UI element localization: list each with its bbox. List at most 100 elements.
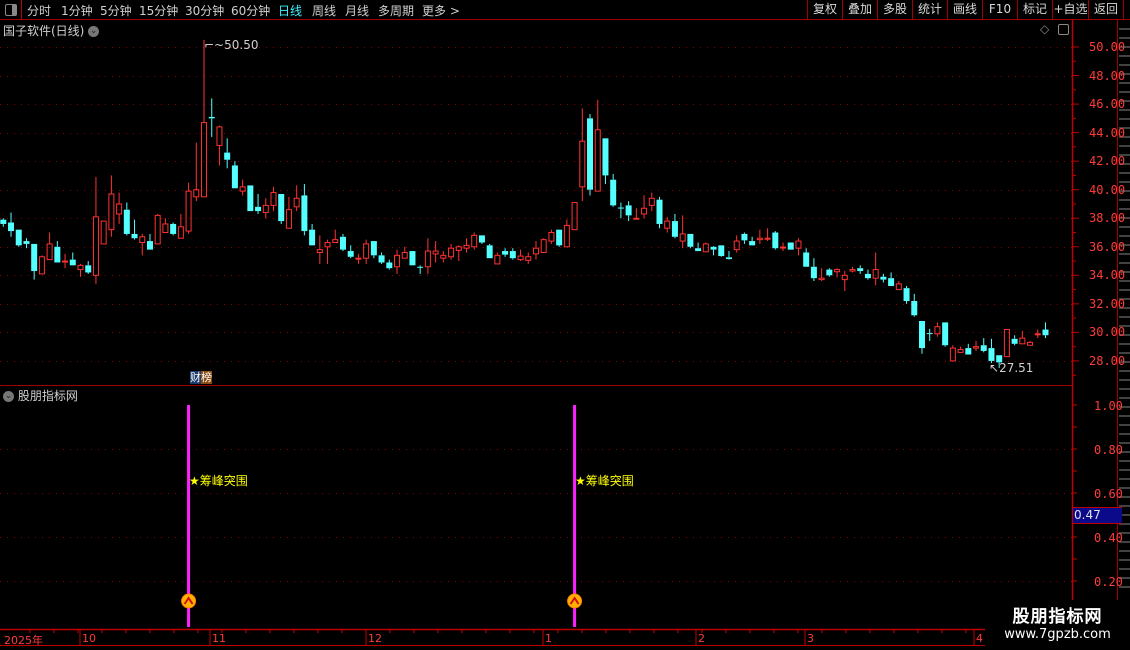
candle-body bbox=[965, 348, 972, 355]
candle bbox=[880, 273, 887, 283]
watermark: 股朋指标网 www.7gpzb.com bbox=[985, 600, 1130, 648]
candle-body bbox=[980, 345, 987, 351]
candle-body bbox=[177, 226, 184, 239]
candle bbox=[370, 241, 377, 259]
candle bbox=[710, 246, 717, 256]
candle-body bbox=[386, 262, 393, 269]
chevron-down-icon[interactable]: ⌄ bbox=[3, 391, 14, 402]
candle-body bbox=[540, 239, 547, 253]
candle bbox=[749, 236, 756, 246]
candle bbox=[463, 238, 470, 253]
candle-body bbox=[780, 246, 787, 249]
candle-body bbox=[154, 214, 161, 245]
date-label-month: 12 bbox=[368, 632, 382, 645]
candle bbox=[532, 241, 539, 260]
candle-body bbox=[409, 251, 416, 266]
candle-body bbox=[417, 266, 424, 268]
candle-body bbox=[332, 239, 339, 243]
candlestick-chart bbox=[0, 20, 1118, 646]
candle-body bbox=[77, 264, 84, 271]
candle bbox=[857, 265, 864, 274]
candle bbox=[556, 229, 563, 247]
candle-body bbox=[455, 246, 462, 251]
value-tick: 0.60 bbox=[1094, 487, 1123, 501]
candle-body bbox=[378, 255, 385, 263]
signal-label: ★筹峰突围 bbox=[575, 474, 634, 488]
candle-body bbox=[131, 233, 138, 239]
candle-body bbox=[857, 268, 864, 272]
indicator-title: ⌄ 股朋指标网 bbox=[3, 387, 78, 404]
candle bbox=[401, 246, 408, 259]
badge-left: 财 bbox=[190, 371, 201, 384]
candle bbox=[733, 235, 740, 253]
candle-body bbox=[648, 197, 655, 206]
candle-body bbox=[100, 220, 107, 245]
candle-body bbox=[733, 240, 740, 251]
value-tick: 0.40 bbox=[1094, 531, 1123, 545]
candle bbox=[146, 233, 153, 250]
candle bbox=[517, 249, 524, 262]
candle-body bbox=[1011, 338, 1018, 344]
date-label-year: 2025年 bbox=[4, 634, 43, 647]
candle bbox=[177, 213, 184, 239]
candle bbox=[687, 233, 694, 249]
candle-body bbox=[15, 229, 22, 246]
candle bbox=[563, 219, 570, 248]
price-tick: 36.00 bbox=[1089, 240, 1126, 254]
candle bbox=[339, 233, 346, 252]
candle bbox=[641, 195, 648, 219]
price-tick: 32.00 bbox=[1089, 297, 1126, 311]
candle-body bbox=[679, 233, 686, 242]
candle bbox=[239, 179, 246, 196]
candle-body bbox=[548, 232, 555, 242]
candle bbox=[648, 192, 655, 212]
candle bbox=[301, 183, 308, 236]
candle bbox=[695, 242, 702, 252]
candle-body bbox=[247, 185, 254, 212]
candle-body bbox=[139, 236, 146, 243]
candle-body bbox=[255, 206, 262, 212]
candle bbox=[826, 268, 833, 277]
candle bbox=[525, 252, 532, 264]
candle-body bbox=[749, 241, 756, 246]
candle-body bbox=[918, 320, 925, 349]
candle-body bbox=[85, 265, 92, 273]
candle bbox=[216, 125, 223, 166]
candle-body bbox=[880, 276, 887, 280]
candle-body bbox=[818, 277, 825, 281]
candle-body bbox=[872, 269, 879, 279]
candle bbox=[849, 266, 856, 273]
candle bbox=[309, 223, 316, 246]
finance-badge[interactable]: 财榜 bbox=[190, 371, 212, 384]
candle bbox=[185, 182, 192, 234]
candle bbox=[610, 174, 617, 207]
candle bbox=[417, 265, 424, 274]
candle-body bbox=[710, 246, 717, 250]
candle-body bbox=[278, 193, 285, 222]
candle-body bbox=[718, 245, 725, 257]
candle bbox=[818, 268, 825, 282]
candle-body bbox=[942, 322, 949, 346]
candle bbox=[139, 233, 146, 256]
candle-body bbox=[31, 243, 38, 272]
candle-body bbox=[92, 216, 99, 276]
candle bbox=[664, 216, 671, 233]
candle-body bbox=[201, 122, 208, 198]
candle-body bbox=[864, 273, 871, 279]
candle bbox=[448, 243, 455, 260]
candle-body bbox=[610, 179, 617, 206]
price-tick: 34.00 bbox=[1089, 268, 1126, 282]
candle bbox=[108, 175, 115, 237]
candle-body bbox=[0, 219, 7, 224]
candle-body bbox=[563, 224, 570, 248]
candle bbox=[926, 328, 933, 341]
candle-body bbox=[185, 190, 192, 232]
candle-body bbox=[695, 248, 702, 252]
price-tick: 38.00 bbox=[1089, 211, 1126, 225]
candle-body bbox=[556, 229, 563, 246]
candle-body bbox=[617, 207, 624, 209]
candle bbox=[803, 248, 810, 267]
candle-body bbox=[741, 233, 748, 241]
candle bbox=[888, 272, 895, 287]
price-tick: 50.00 bbox=[1089, 40, 1126, 54]
